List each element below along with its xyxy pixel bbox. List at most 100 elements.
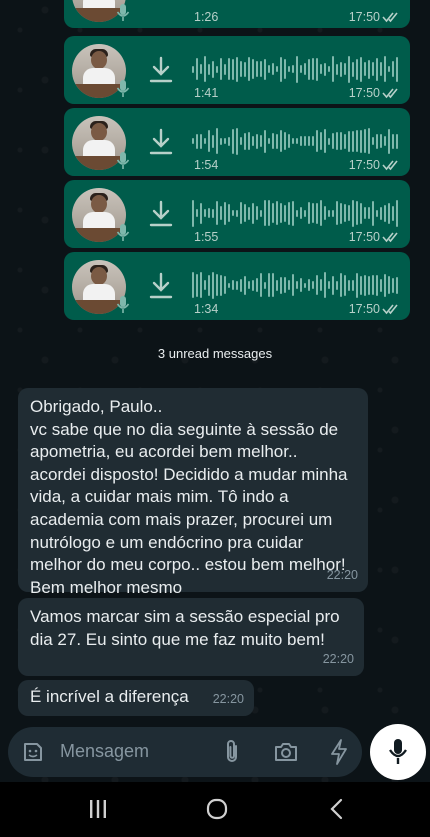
waveform-bar: [392, 61, 394, 77]
waveform-bar: [284, 204, 286, 222]
waveform-bar: [260, 273, 262, 297]
waveform-bar: [192, 65, 194, 73]
attach-icon[interactable]: [222, 739, 242, 765]
waveform-bar: [244, 275, 246, 295]
waveform-bar: [264, 200, 266, 226]
waveform-bar: [232, 210, 234, 216]
waveform-bar: [200, 272, 202, 298]
waveform-bar: [260, 135, 262, 147]
waveform-bar: [276, 201, 278, 225]
voice-duration: 1:41: [194, 86, 219, 100]
waveform-bar: [324, 272, 326, 298]
waveform-bar: [376, 57, 378, 81]
message-composer[interactable]: Mensagem: [8, 727, 362, 777]
waveform-bar: [248, 132, 250, 150]
waveform-bar: [208, 208, 210, 218]
waveform-bar: [328, 137, 330, 145]
waveform-bar: [304, 209, 306, 217]
waveform-bar: [200, 202, 202, 224]
message-time: 17:50: [348, 230, 380, 244]
waveform-bar: [276, 66, 278, 72]
waveform-bar: [392, 133, 394, 149]
bolt-icon[interactable]: [330, 739, 348, 765]
waveform-bar: [220, 206, 222, 220]
waveform-bar: [324, 206, 326, 220]
waveform-bar: [372, 275, 374, 295]
voice-message[interactable]: 1:26 17:50: [64, 0, 410, 28]
waveform-bar: [308, 279, 310, 291]
waveform-bar: [356, 130, 358, 152]
record-voice-button[interactable]: [370, 724, 426, 780]
double-check-icon: [382, 304, 398, 315]
waveform-bar: [244, 61, 246, 77]
waveform-bar: [236, 127, 238, 155]
waveform-bar: [336, 201, 338, 225]
waveform-bar: [212, 60, 214, 78]
waveform-bar: [368, 207, 370, 219]
waveform-bar: [216, 128, 218, 154]
waveform-bar: [244, 132, 246, 150]
waveform-bar: [364, 62, 366, 76]
waveform-bar: [260, 61, 262, 77]
incoming-message[interactable]: Obrigado, Paulo.. vc sabe que no dia seg…: [18, 388, 368, 597]
waveform-bar: [268, 65, 270, 73]
waveform[interactable]: [192, 54, 402, 84]
waveform-bar: [284, 277, 286, 293]
message-time: 22:20: [322, 652, 354, 667]
waveform-bar: [208, 274, 210, 296]
waveform-bar: [392, 205, 394, 221]
waveform-bar: [336, 132, 338, 150]
sticker-icon[interactable]: [22, 741, 44, 763]
incoming-message[interactable]: Vamos marcar sim a sessão especial pro d…: [18, 598, 364, 676]
waveform[interactable]: [192, 198, 402, 228]
waveform-bar: [344, 204, 346, 222]
download-icon[interactable]: [148, 56, 174, 84]
voice-message[interactable]: 1:41 17:50: [64, 36, 410, 104]
waveform-bar: [280, 56, 282, 82]
waveform-bar: [224, 63, 226, 75]
waveform-bar: [196, 58, 198, 80]
waveform[interactable]: [192, 270, 402, 300]
waveform-bar: [252, 279, 254, 291]
waveform-bar: [276, 133, 278, 149]
incoming-message[interactable]: É incrível a diferença 22:20: [18, 680, 254, 716]
home-icon[interactable]: [206, 798, 228, 820]
waveform-bar: [396, 199, 398, 227]
voice-message[interactable]: 1:55 17:50: [64, 180, 410, 248]
waveform-bar: [320, 64, 322, 74]
message-time: 22:20: [212, 692, 244, 707]
recents-icon[interactable]: [88, 798, 108, 820]
waveform-bar: [364, 207, 366, 219]
mic-icon: [116, 80, 130, 97]
waveform[interactable]: [192, 126, 402, 156]
waveform-bar: [208, 63, 210, 75]
waveform-bar: [272, 203, 274, 223]
download-icon[interactable]: [148, 272, 174, 300]
waveform-bar: [288, 134, 290, 148]
waveform-bar: [196, 209, 198, 217]
waveform-bar: [388, 66, 390, 72]
waveform-bar: [360, 56, 362, 82]
waveform-bar: [224, 201, 226, 225]
waveform-bar: [272, 133, 274, 149]
waveform-bar: [320, 279, 322, 291]
message-time: 17:50: [348, 158, 380, 172]
unread-divider: 3 unread messages: [157, 346, 273, 361]
download-icon[interactable]: [148, 128, 174, 156]
message-input[interactable]: Mensagem: [60, 741, 149, 762]
waveform-bar: [320, 200, 322, 226]
waveform-bar: [256, 206, 258, 220]
waveform-bar: [292, 65, 294, 73]
download-icon[interactable]: [148, 200, 174, 228]
waveform-bar: [296, 55, 298, 83]
waveform-bar: [232, 128, 234, 154]
voice-message[interactable]: 1:54 17:50: [64, 108, 410, 176]
waveform-bar: [300, 136, 302, 146]
waveform-bar: [256, 278, 258, 292]
back-icon[interactable]: [328, 798, 344, 820]
waveform-bar: [240, 137, 242, 145]
camera-icon[interactable]: [274, 741, 298, 763]
voice-message[interactable]: 1:34 17:50: [64, 252, 410, 320]
waveform-bar: [292, 274, 294, 296]
waveform-bar: [292, 138, 294, 144]
